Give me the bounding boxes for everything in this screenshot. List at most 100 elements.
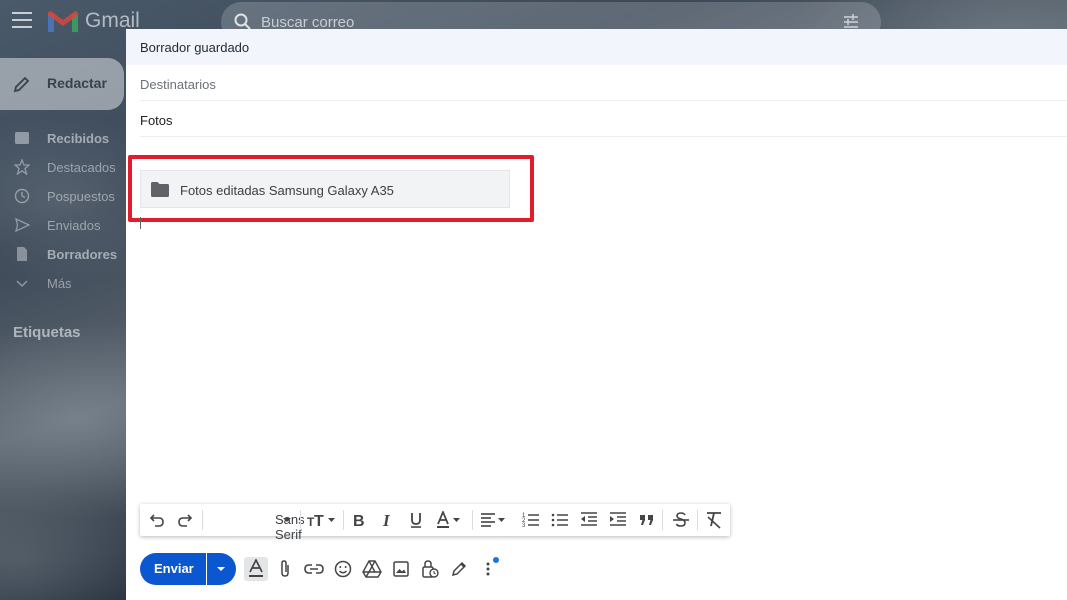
sidebar-item-label: Pospuestos [47,189,115,204]
bold-button[interactable]: B [348,504,370,536]
send-button-group: Enviar [140,553,236,585]
insert-drive-button[interactable] [360,557,384,581]
pencil-icon [13,76,30,93]
strikethrough-button[interactable] [668,504,692,536]
toolbar-divider [300,510,301,530]
align-left-icon [481,513,505,527]
numbered-list-button[interactable]: 1 2 3 [518,504,542,536]
dropdown-arrow-icon [283,518,291,522]
compose-button[interactable]: Redactar [0,58,124,110]
recipients-input[interactable] [140,74,1040,94]
sidebar-item-label: Borradores [47,247,118,262]
inbox-icon [15,132,29,144]
emoji-icon [334,560,352,578]
insert-signature-button[interactable] [447,557,471,581]
indent-less-button[interactable] [576,504,600,536]
send-button[interactable]: Enviar [140,553,206,585]
image-icon [393,561,409,577]
star-icon [14,159,30,175]
remove-formatting-button[interactable] [701,504,725,536]
bulleted-list-icon [551,513,568,527]
subject-row [140,101,1067,137]
menu-icon[interactable] [12,12,32,28]
sidebar-item-snoozed[interactable]: Pospuestos [0,182,126,211]
sidebar-item-label: Recibidos [47,131,110,146]
toolbar-divider [662,510,663,530]
sidebar-item-inbox[interactable]: Recibidos [0,124,126,153]
insert-emoji-button[interactable] [331,557,355,581]
redo-icon [178,514,193,527]
draft-icon [17,247,27,261]
more-vert-icon [486,562,490,576]
compose-header[interactable]: Borrador guardado [126,29,1067,65]
chevron-down-icon [16,280,28,288]
quote-icon [640,515,653,525]
undo-button[interactable] [146,504,168,536]
google-drive-icon [362,560,382,578]
subject-input[interactable] [140,110,1040,130]
recipients-row [140,65,1067,101]
clear-formatting-icon [707,512,721,529]
sidebar-item-label: Enviados [47,218,101,233]
paperclip-icon [281,560,289,577]
svg-text:B: B [353,513,365,529]
text-color-icon [437,511,460,528]
indent-less-icon [581,512,597,526]
gmail-logo [48,11,78,32]
sidebar-item-more[interactable]: Más [0,269,126,298]
indent-more-button[interactable] [605,504,629,536]
font-family-select[interactable]: Sans Serif [206,504,305,542]
indent-more-icon [610,512,626,526]
svg-text:3: 3 [522,523,526,529]
toolbar-divider [697,510,698,530]
text-size-icon: T T [307,513,335,529]
notification-dot [493,557,499,563]
toolbar-divider [202,510,203,530]
redo-button[interactable] [174,504,196,536]
send-icon [15,217,30,233]
dropdown-arrow-icon [217,567,225,571]
italic-button[interactable]: I [377,504,399,536]
sidebar-item-label: Destacados [47,160,116,175]
underline-button[interactable] [405,504,427,536]
schedule-send-button[interactable] [207,553,236,585]
highlight-annotation [128,155,534,222]
italic-icon: I [382,511,391,529]
attach-files-button[interactable] [273,557,297,581]
formatting-options-button[interactable] [244,557,268,581]
formatting-toolbar: Sans Serif T T B I 1 2 3 [140,504,730,542]
sidebar-item-label: Más [47,276,72,291]
toolbar-divider [343,510,344,530]
strikethrough-icon [673,512,689,527]
draft-status: Borrador guardado [140,40,250,55]
text-cursor [140,217,141,229]
svg-text:T: T [314,513,324,529]
compose-label: Redactar [47,75,107,91]
insert-link-button[interactable] [302,557,326,581]
toolbar-divider [472,510,473,530]
insert-photo-button[interactable] [389,557,413,581]
send-label: Enviar [154,561,194,576]
text-color-button[interactable] [433,504,467,536]
confidential-mode-button[interactable] [418,557,442,581]
numbered-list-icon: 1 2 3 [522,513,539,529]
text-format-icon [249,559,263,577]
lock-clock-icon [422,560,439,578]
bulleted-list-button[interactable] [547,504,571,536]
font-size-button[interactable]: T T [305,504,339,536]
sidebar-item-starred[interactable]: Destacados [0,153,126,182]
align-button[interactable] [477,504,511,536]
quote-button[interactable] [634,504,658,536]
clock-icon [14,188,30,204]
labels-heading: Etiquetas [13,324,81,341]
link-icon [304,564,324,574]
undo-icon [149,514,164,527]
bold-icon: B [353,513,365,529]
compose-window: Borrador guardado Fotos editadas Samsung… [126,29,1067,600]
svg-text:I: I [382,511,391,529]
sidebar-item-drafts[interactable]: Borradores [0,240,126,269]
sidebar-nav: Recibidos Destacados Pospuestos Enviados… [0,124,126,298]
underline-icon [411,513,421,528]
sidebar-item-sent[interactable]: Enviados [0,211,126,240]
pen-icon [451,561,467,577]
